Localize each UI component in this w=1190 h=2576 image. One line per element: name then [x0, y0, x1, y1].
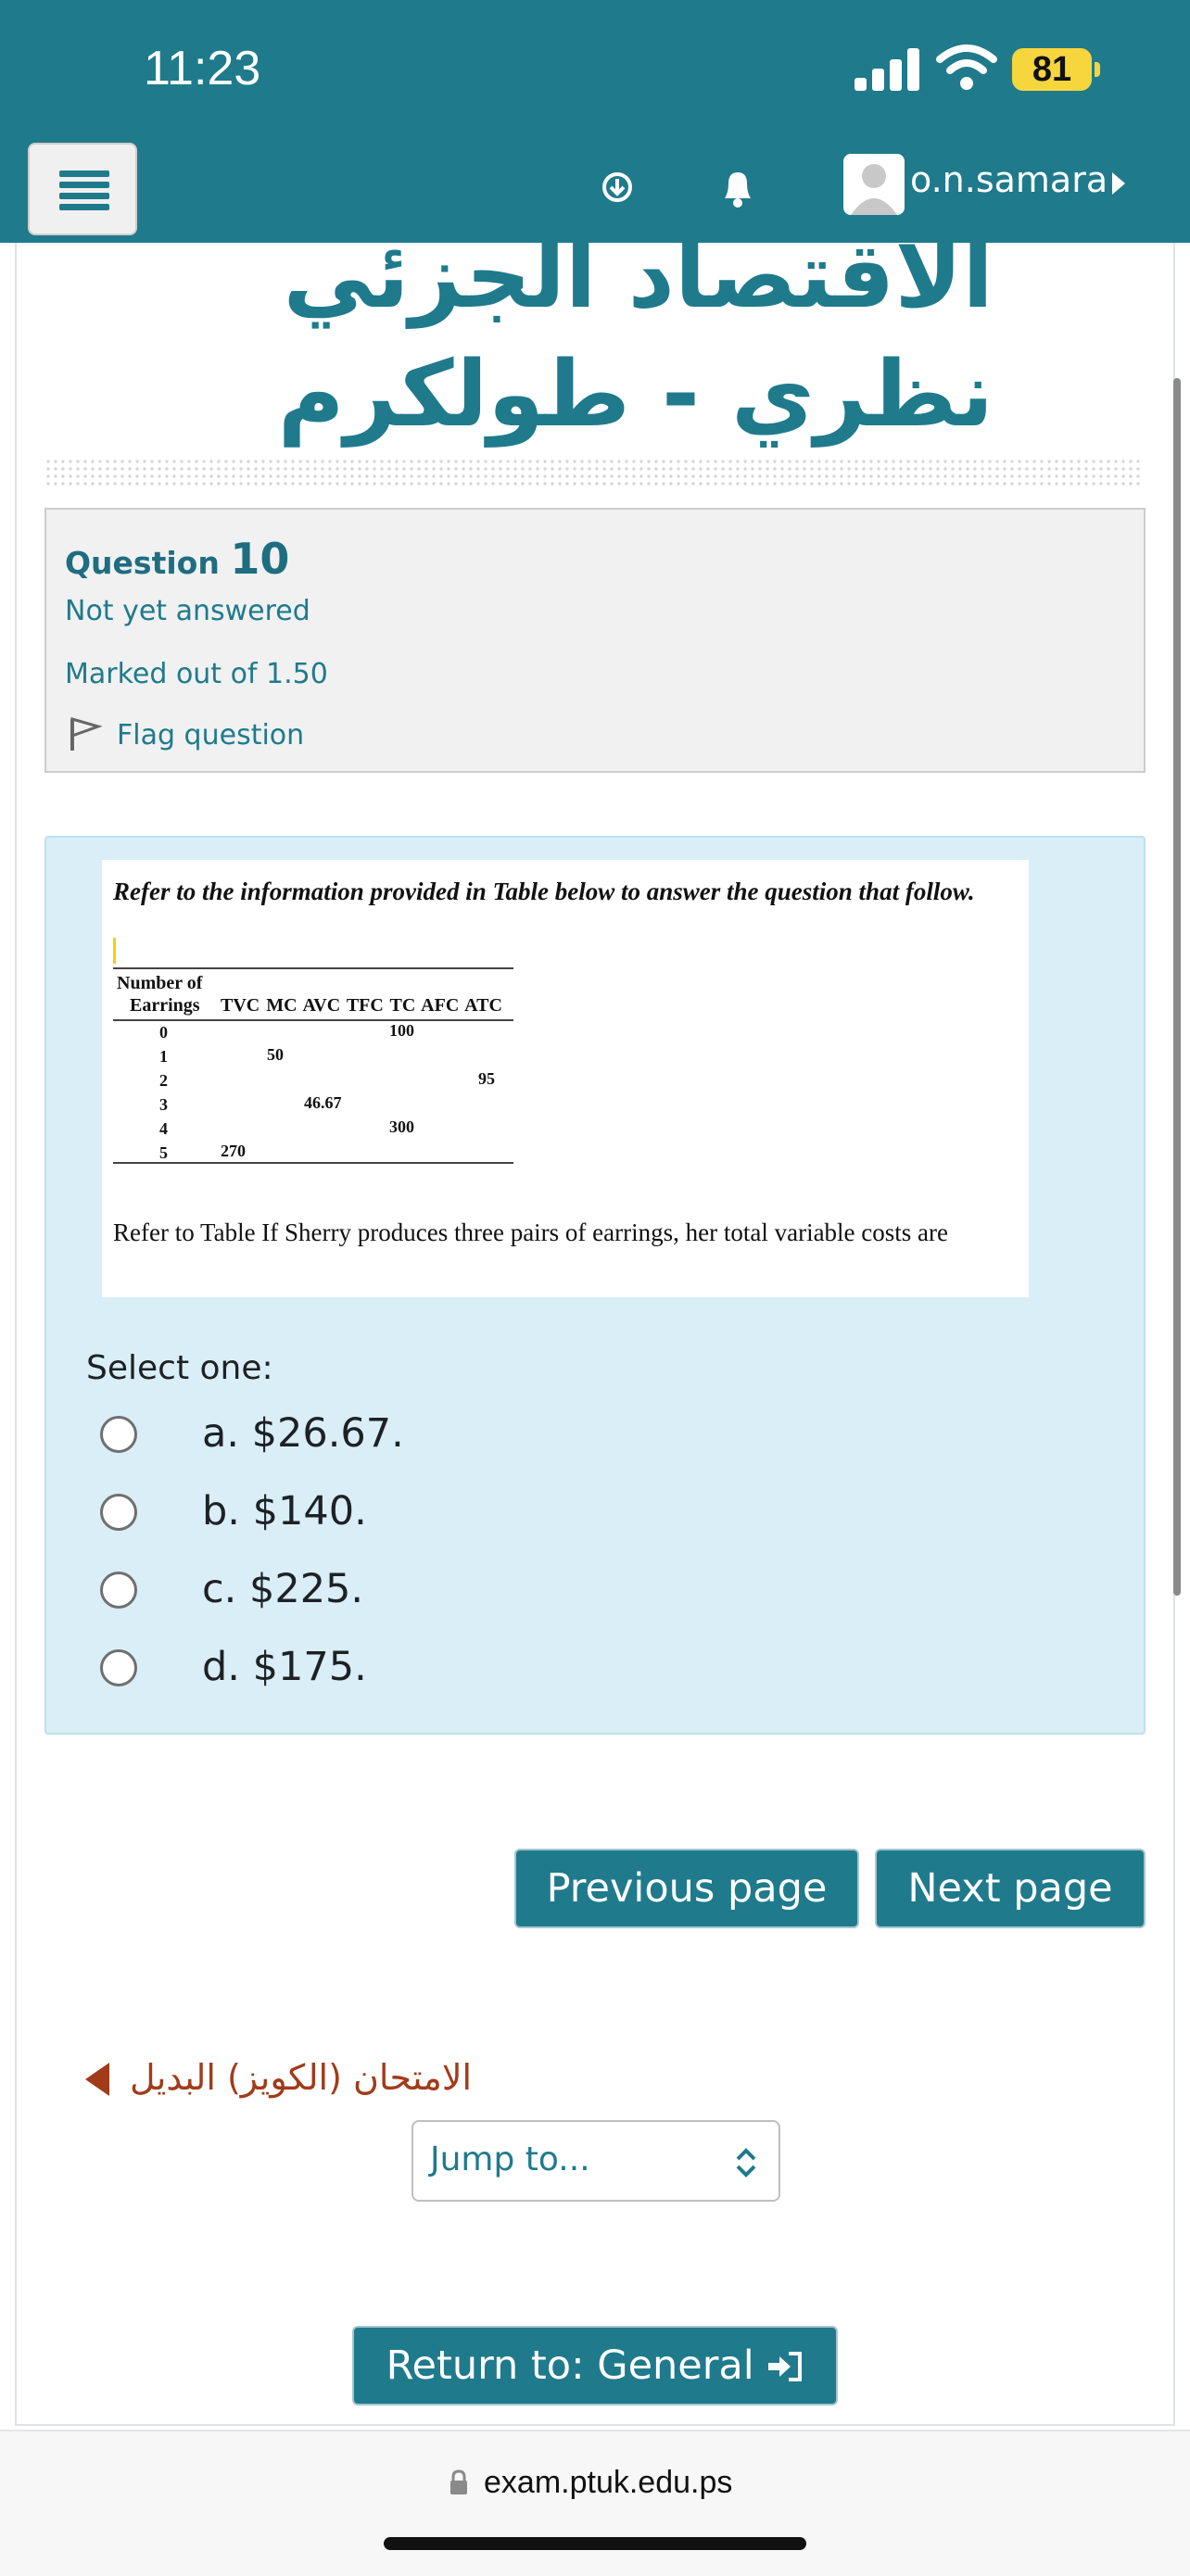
question-intro: Refer to the information provided in Tab…	[113, 878, 975, 905]
scrollbar[interactable]	[1173, 378, 1181, 1596]
table-cell: 270	[221, 1142, 246, 1160]
divider	[44, 458, 1144, 486]
text-cursor	[113, 938, 116, 964]
answer-label[interactable]: c. $225.	[202, 1566, 363, 1612]
user-avatar-icon[interactable]	[843, 154, 905, 215]
browser-bottom-bar	[0, 2430, 1190, 2576]
wifi-icon	[936, 44, 997, 90]
table-row: 3	[159, 1095, 168, 1114]
jump-to-select[interactable]: Jump to...	[411, 2120, 780, 2202]
question-text: Refer to Table If Sherry produces three …	[113, 1219, 948, 1246]
table-row: 2	[159, 1071, 168, 1090]
table-cell: 46.67	[304, 1093, 342, 1112]
url-bar[interactable]: exam.ptuk.edu.ps	[484, 2465, 732, 2501]
answer-label[interactable]: a. $26.67.	[202, 1410, 404, 1457]
answer-label[interactable]: b. $140.	[202, 1488, 367, 1534]
flag-icon[interactable]	[67, 715, 102, 752]
page-title: الاقتصاد الجزئي نظري - طولكرم	[277, 223, 994, 448]
user-name[interactable]: o.n.samara	[910, 159, 1108, 200]
table-row: 4	[159, 1119, 168, 1138]
answer-option-d[interactable]: d. $175.	[100, 1642, 656, 1698]
next-page-button[interactable]: Next page	[875, 1849, 1146, 1928]
radio-button[interactable]	[100, 1572, 137, 1609]
select-arrows-icon	[736, 2148, 756, 2178]
bell-icon[interactable]	[714, 163, 762, 211]
question-number: 10	[230, 534, 290, 584]
table-cell: 100	[389, 1021, 414, 1040]
table-header-rule	[113, 1019, 513, 1021]
radio-button[interactable]	[100, 1494, 137, 1531]
cost-table: Number of Earrings TVC MC AVC TFC TC AFC…	[113, 967, 513, 1164]
question-word: Question	[65, 545, 220, 581]
answer-label[interactable]: d. $175.	[202, 1644, 367, 1690]
table-columns: TVC MC AVC TFC TC AFC ATC	[221, 995, 502, 1016]
table-header-line2: Earrings	[130, 995, 200, 1016]
table-row: 0	[159, 1023, 168, 1042]
download-icon[interactable]	[593, 163, 641, 211]
table-cell: 95	[478, 1069, 495, 1088]
table-header-line1: Number of	[117, 973, 203, 993]
question-label: Question 10	[65, 534, 289, 584]
question-info-box: Question 10 Not yet answered Marked out …	[44, 508, 1146, 773]
flag-question-link[interactable]: Flag question	[117, 719, 304, 751]
caret-right-icon[interactable]	[1112, 172, 1125, 195]
sign-in-icon	[768, 2352, 803, 2381]
signal-icon	[855, 48, 921, 91]
table-cell: 50	[267, 1045, 284, 1064]
back-arrow-icon[interactable]	[85, 2063, 109, 2096]
answer-option-c[interactable]: c. $225.	[100, 1564, 656, 1620]
answer-option-a[interactable]: a. $26.67.	[100, 1408, 656, 1464]
status-time: 11:23	[144, 42, 261, 95]
table-cell: 300	[389, 1118, 414, 1136]
radio-button[interactable]	[100, 1416, 137, 1453]
return-to-general-button[interactable]: Return to: General	[352, 2326, 838, 2406]
question-image: Refer to the information provided in Tab…	[102, 860, 1029, 1297]
lock-icon	[450, 2469, 467, 2494]
table-row: 1	[159, 1047, 168, 1066]
marks-info: Marked out of 1.50	[65, 658, 328, 690]
jump-to-label[interactable]: Jump to...	[430, 2140, 590, 2178]
radio-button[interactable]	[100, 1649, 137, 1686]
previous-activity-link[interactable]: الامتحان (الكويز) البديل	[130, 2057, 472, 2098]
select-one-label: Select one:	[86, 1349, 273, 1387]
battery-tip	[1095, 62, 1100, 77]
return-label[interactable]: Return to: General	[386, 2342, 754, 2389]
answer-option-b[interactable]: b. $140.	[100, 1486, 656, 1542]
table-row: 5	[159, 1143, 168, 1162]
home-indicator	[384, 2537, 806, 2550]
answer-status: Not yet answered	[65, 595, 310, 627]
battery-indicator: 81	[1012, 48, 1092, 91]
previous-page-button[interactable]: Previous page	[514, 1849, 859, 1928]
